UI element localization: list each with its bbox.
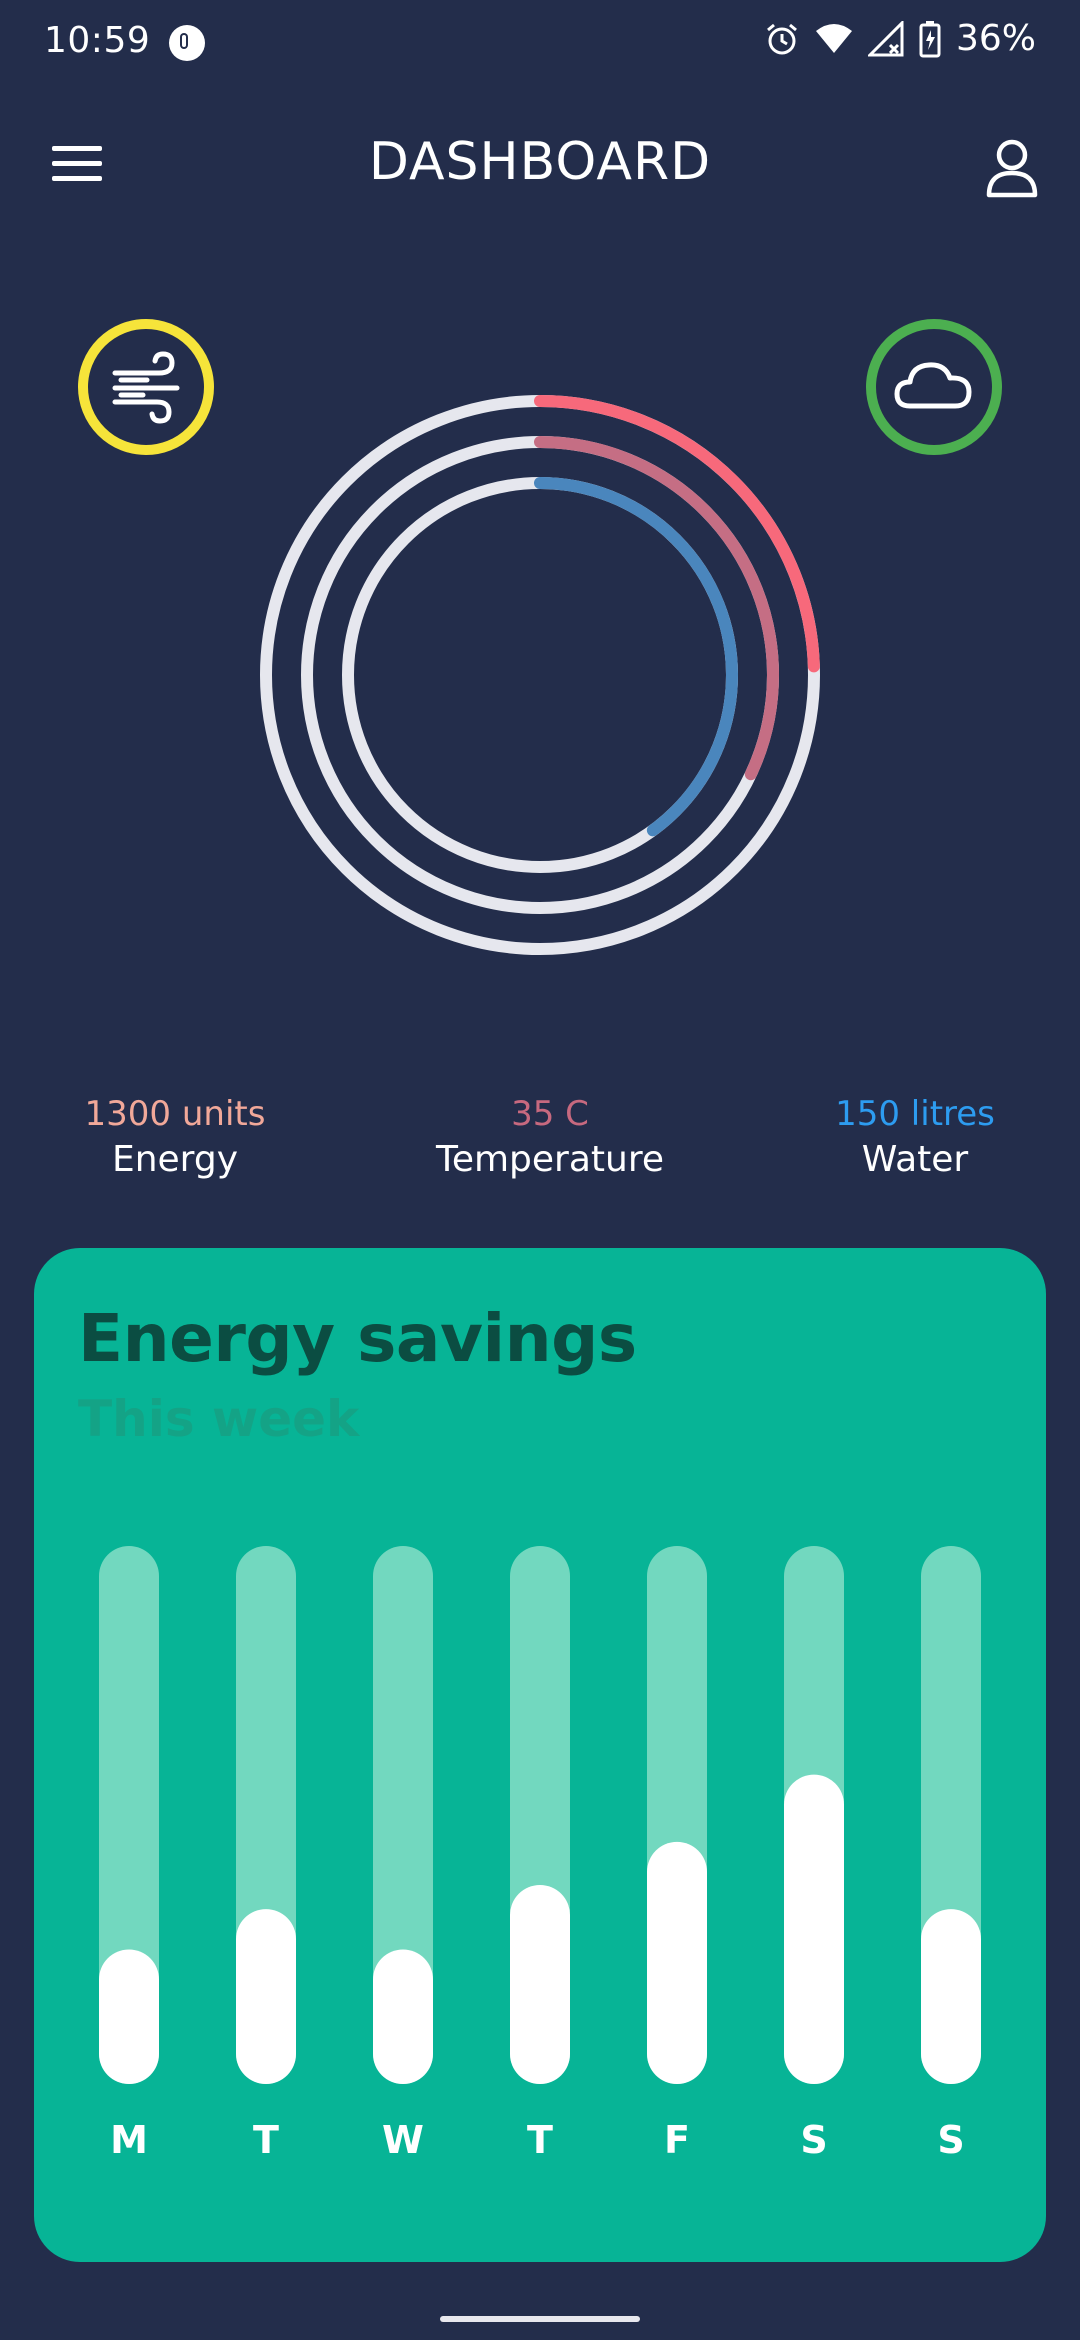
energy-savings-card[interactable]: Energy savings This week MTWTFSS <box>34 1248 1046 2262</box>
bar-6 <box>921 1909 981 2084</box>
day-label: W <box>382 2118 424 2162</box>
water-stat: 150 litres Water <box>755 1092 1075 1184</box>
energy-value: 1300 units <box>84 1094 266 1134</box>
bar-5 <box>784 1774 844 2084</box>
notification-icon <box>169 25 205 61</box>
savings-bar-chart <box>99 1546 981 2084</box>
day-label: S <box>937 2118 965 2162</box>
cloud-icon <box>894 362 972 409</box>
battery-icon <box>919 20 941 57</box>
user-icon[interactable] <box>984 138 1040 198</box>
day-label: F <box>664 2118 690 2162</box>
bar-1 <box>236 1909 296 2084</box>
alarm-icon <box>767 23 797 54</box>
home-indicator[interactable] <box>440 2316 640 2322</box>
progress-rings <box>260 395 820 955</box>
day-label: T <box>253 2118 279 2162</box>
cloud-button[interactable] <box>865 318 1003 456</box>
temperature-label: Temperature <box>435 1139 665 1180</box>
status-time: 10:59 <box>44 20 151 61</box>
energy-stat: 1300 units Energy <box>15 1092 335 1184</box>
temperature-stat: 35 C Temperature <box>390 1092 710 1184</box>
signal-icon <box>867 20 904 56</box>
day-label: T <box>527 2118 553 2162</box>
bar-3 <box>510 1884 570 2084</box>
status-bar: 10:59 36% <box>0 0 1080 90</box>
bar-4 <box>647 1841 707 2084</box>
day-label: M <box>110 2118 148 2162</box>
wifi-icon <box>815 23 852 53</box>
bar-0 <box>99 1949 159 2084</box>
page-title: DASHBOARD <box>368 132 712 192</box>
ring-progress-water <box>534 477 738 837</box>
bar-2 <box>373 1949 433 2084</box>
energy-label: Energy <box>111 1139 239 1180</box>
day-label: S <box>800 2118 828 2162</box>
water-value: 150 litres <box>835 1094 995 1134</box>
water-label: Water <box>861 1139 969 1180</box>
wind-icon <box>112 351 180 424</box>
battery-percent: 36% <box>955 18 1036 59</box>
wind-button[interactable] <box>77 318 215 456</box>
temperature-value: 35 C <box>511 1094 589 1134</box>
